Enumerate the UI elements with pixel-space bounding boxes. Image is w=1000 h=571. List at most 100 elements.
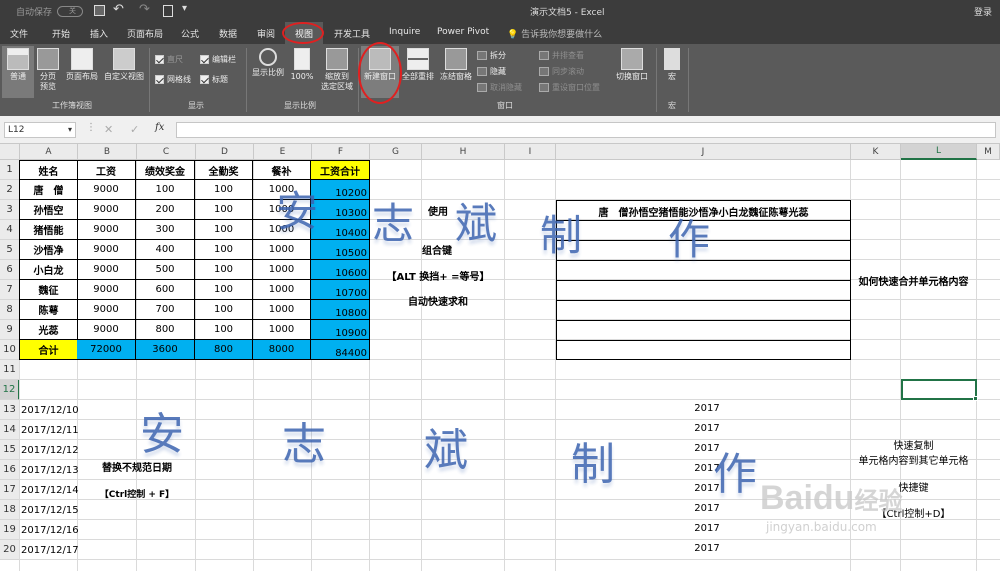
date-cell[interactable]: 2017/12/11: [21, 420, 79, 440]
table-total-cell[interactable]: 合计: [19, 340, 78, 360]
table-cell[interactable]: 9000: [77, 180, 136, 200]
row-header-2[interactable]: 2: [0, 180, 20, 200]
column-header-h[interactable]: H: [422, 144, 505, 160]
row-header-7[interactable]: 7: [0, 280, 20, 300]
table-cell[interactable]: 500: [136, 260, 195, 280]
tab-review[interactable]: 审阅: [257, 27, 275, 40]
table-header-cell[interactable]: 工资合计: [311, 160, 370, 180]
row-header-9[interactable]: 9: [0, 320, 20, 340]
login-link[interactable]: 登录: [974, 5, 992, 18]
table-cell[interactable]: 10200: [311, 180, 370, 200]
normal-view-button[interactable]: 普通: [2, 46, 34, 98]
tab-inquire[interactable]: Inquire: [389, 27, 420, 37]
table-cell[interactable]: 400: [136, 240, 195, 260]
formula-input[interactable]: [176, 122, 996, 138]
undo-icon[interactable]: ↶: [113, 2, 124, 17]
column-header-k[interactable]: K: [851, 144, 901, 160]
split-button[interactable]: 拆分: [477, 50, 506, 61]
table-cell[interactable]: 100: [195, 320, 253, 340]
zoom-100-button[interactable]: 100%: [287, 46, 317, 92]
table-cell[interactable]: 10300: [311, 200, 370, 220]
row-header-12[interactable]: 12: [0, 380, 20, 400]
tab-formulas[interactable]: 公式: [181, 27, 199, 40]
row-header-4[interactable]: 4: [0, 220, 20, 240]
year-cell[interactable]: 2017: [692, 418, 722, 438]
name-box-dropdown-icon[interactable]: ▾: [68, 123, 72, 137]
row-header-17[interactable]: 17: [0, 480, 20, 500]
table-cell[interactable]: 700: [136, 300, 195, 320]
worksheet[interactable]: ABCDEFGHIJKLM 1 2 3 4 5 6 7 8 9 10 11 12 13 14 15 16 17 1…: [0, 144, 1000, 571]
column-header-i[interactable]: I: [505, 144, 556, 160]
table-cell[interactable]: 800: [136, 320, 195, 340]
row-header-11[interactable]: 11: [0, 360, 20, 380]
row-header-16[interactable]: 16: [0, 460, 20, 480]
tell-me-search[interactable]: 💡 告诉我你想要做什么: [507, 27, 602, 40]
customize-qat-icon[interactable]: ▾: [182, 3, 187, 14]
table-cell[interactable]: 9000: [77, 240, 136, 260]
row-header-14[interactable]: 14: [0, 420, 20, 440]
row-header-5[interactable]: 5: [0, 240, 20, 260]
print-preview-icon[interactable]: [163, 5, 173, 17]
table-cell[interactable]: 10400: [311, 220, 370, 240]
tab-developer[interactable]: 开发工具: [334, 27, 370, 40]
tab-page-layout[interactable]: 页面布局: [127, 27, 163, 40]
row-header-18[interactable]: 18: [0, 500, 20, 520]
redo-icon[interactable]: ↷: [139, 2, 150, 17]
column-header-a[interactable]: A: [20, 144, 78, 160]
table-total-cell[interactable]: 8000: [253, 340, 311, 360]
reset-position-button[interactable]: 重设窗口位置: [539, 82, 600, 93]
headings-checkbox[interactable]: 标题: [200, 74, 228, 85]
column-header-e[interactable]: E: [254, 144, 312, 160]
table-cell[interactable]: 100: [136, 180, 195, 200]
tab-power-pivot[interactable]: Power Pivot: [437, 27, 489, 37]
table-header-cell[interactable]: 餐补: [253, 160, 311, 180]
name-box[interactable]: L12 ▾: [4, 122, 76, 138]
active-cell-L12[interactable]: [901, 379, 977, 400]
table-cell[interactable]: 100: [195, 260, 253, 280]
column-header-b[interactable]: B: [78, 144, 137, 160]
custom-views-button[interactable]: 自定义视图: [102, 46, 146, 92]
row-header-10[interactable]: 10: [0, 340, 20, 360]
table-total-cell[interactable]: 84400: [311, 340, 370, 360]
table-cell[interactable]: 陈萼: [19, 300, 78, 320]
tab-home[interactable]: 开始: [52, 27, 70, 40]
column-header-f[interactable]: F: [312, 144, 370, 160]
date-cell[interactable]: 2017/12/12: [21, 440, 79, 460]
hide-button[interactable]: 隐藏: [477, 66, 506, 77]
row-header-13[interactable]: 13: [0, 400, 20, 420]
row-header-20[interactable]: 20: [0, 540, 20, 560]
unhide-button[interactable]: 取消隐藏: [477, 82, 522, 93]
table-cell[interactable]: 1000: [253, 260, 311, 280]
table-cell[interactable]: 1000: [253, 240, 311, 260]
year-cell[interactable]: 2017: [692, 538, 722, 558]
table-total-cell[interactable]: 800: [195, 340, 253, 360]
table-cell[interactable]: 唐 僧: [19, 180, 78, 200]
table-header-cell[interactable]: 绩效奖金: [136, 160, 195, 180]
tab-data[interactable]: 数据: [219, 27, 237, 40]
table-cell[interactable]: 100: [195, 180, 253, 200]
table-header-cell[interactable]: 工资: [77, 160, 136, 180]
table-header-cell[interactable]: 姓名: [19, 160, 78, 180]
column-header-g[interactable]: G: [370, 144, 422, 160]
zoom-to-selection-button[interactable]: 缩放到 选定区域: [317, 46, 357, 92]
table-cell[interactable]: 沙悟净: [19, 240, 78, 260]
table-cell[interactable]: 100: [195, 240, 253, 260]
freeze-panes-button[interactable]: 冻结窗格: [437, 46, 475, 92]
gridlines-checkbox[interactable]: 网格线: [155, 74, 191, 85]
column-header-l[interactable]: L: [901, 144, 977, 160]
table-cell[interactable]: 9000: [77, 280, 136, 300]
formula-bar-checkbox[interactable]: 编辑栏: [200, 54, 236, 65]
table-cell[interactable]: 9000: [77, 260, 136, 280]
macros-button[interactable]: 宏: [660, 46, 684, 92]
zoom-button[interactable]: 显示比例: [249, 46, 287, 92]
table-cell[interactable]: 9000: [77, 220, 136, 240]
table-cell[interactable]: 光蕊: [19, 320, 78, 340]
table-cell[interactable]: 9000: [77, 300, 136, 320]
save-icon[interactable]: [94, 5, 105, 16]
column-header-d[interactable]: D: [196, 144, 254, 160]
date-cell[interactable]: 2017/12/14: [21, 480, 79, 500]
arrange-all-button[interactable]: 全部重排: [400, 46, 436, 92]
date-cell[interactable]: 2017/12/17: [21, 540, 79, 560]
table-cell[interactable]: 10600: [311, 260, 370, 280]
row-header-8[interactable]: 8: [0, 300, 20, 320]
